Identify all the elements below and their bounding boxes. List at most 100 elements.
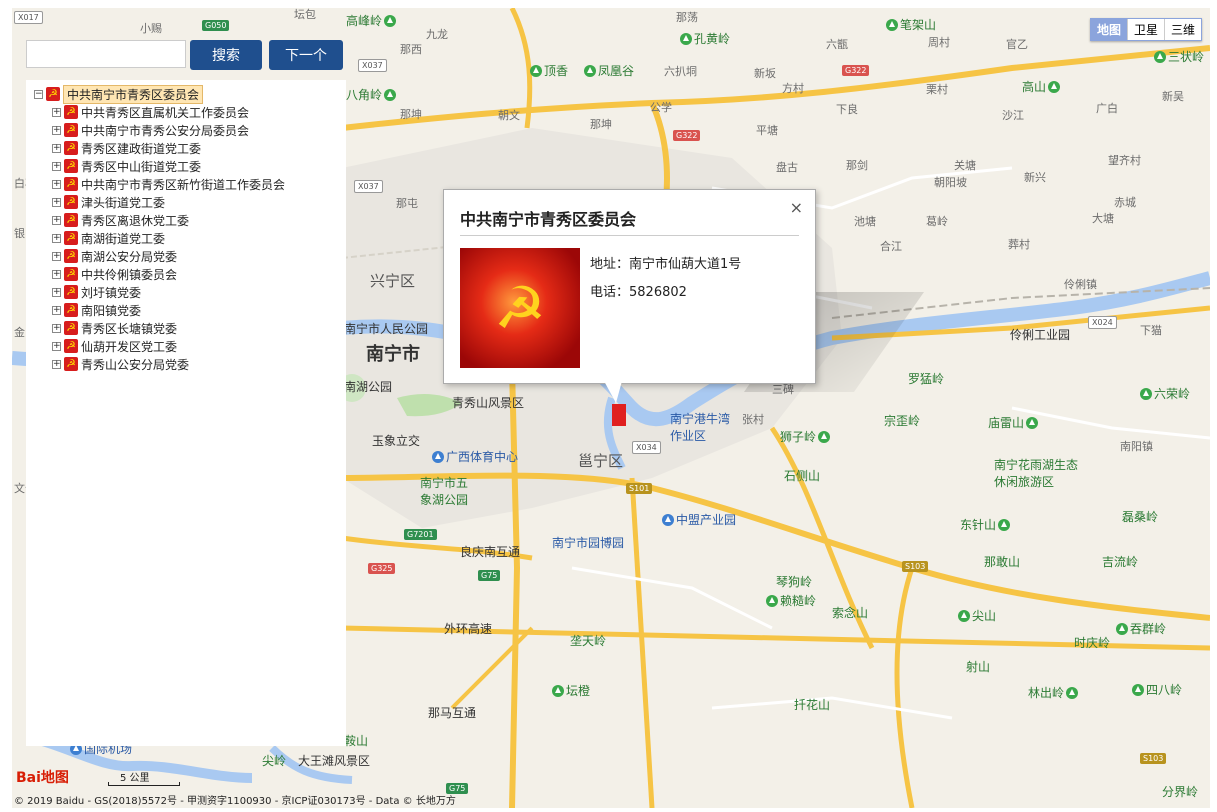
place-label: 望齐村 [1108, 154, 1141, 167]
poi-label: 尖岭 [262, 754, 287, 768]
tree-root[interactable]: − ☭ 中共南宁市青秀区委员会 [34, 84, 204, 104]
place-label: 下猫 [1140, 324, 1162, 337]
place-label: 新吴 [1162, 90, 1184, 103]
expand-icon[interactable]: + [52, 251, 61, 261]
expand-icon[interactable]: + [52, 143, 61, 153]
tree-node[interactable]: + ☭ 青秀区离退休党工委 [52, 212, 189, 228]
place-label: 玉象立交 [372, 434, 421, 448]
party-flag-icon: ☭ [64, 213, 78, 227]
map-type-map[interactable]: 地图 [1091, 19, 1128, 40]
road-shield: X017 [14, 11, 43, 24]
party-flag-icon: ☭ [64, 177, 78, 191]
road-shield: S103 [1140, 753, 1167, 764]
info-window-title: 中共南宁市青秀区委员会 [460, 210, 637, 229]
mountain-icon [552, 685, 564, 697]
party-flag-icon: ☭ [64, 123, 78, 137]
poi-label: 顶香 [528, 62, 568, 79]
search-input[interactable] [26, 40, 186, 68]
tree-node[interactable]: + ☭ 青秀区建政街道党工委 [52, 140, 201, 156]
poi-label: 三状岭 [1152, 48, 1204, 65]
place-label: 那荡 [676, 11, 698, 24]
location-marker[interactable] [612, 404, 626, 426]
mountain-icon [384, 89, 397, 101]
next-button[interactable]: 下一个 [269, 40, 343, 70]
tree-node[interactable]: + ☭ 刘圩镇党委 [52, 284, 141, 300]
expand-icon[interactable]: + [52, 323, 61, 333]
tree-node-label: 仙葫开发区党工委 [81, 339, 178, 354]
mountain-icon [766, 595, 778, 607]
poi-label: 尖山 [956, 607, 996, 624]
place-label: 良庆南互通 [460, 545, 521, 559]
search-button[interactable]: 搜索 [190, 40, 262, 70]
info-window: 中共南宁市青秀区委员会 × ☭ 地址：南宁市仙葫大道1号 电话：5826802 [443, 189, 816, 384]
copyright-text: © 2019 Baidu - GS(2018)5572号 - 甲测资字11009… [14, 796, 456, 807]
poi-label: 狮子岭 [780, 428, 832, 445]
tree-node[interactable]: + ☭ 中共青秀区直属机关工作委员会 [52, 104, 249, 120]
place-label: 九龙 [426, 28, 448, 41]
place-label: 盘古 [776, 161, 798, 174]
poi-label: 琴狗岭 [776, 575, 813, 589]
poi-label: 时庆岭 [1074, 636, 1111, 650]
close-icon[interactable]: × [790, 198, 803, 217]
expand-icon[interactable]: + [52, 287, 61, 297]
tree-node-label: 青秀区离退休党工委 [81, 213, 190, 228]
party-flag-icon: ☭ [64, 339, 78, 353]
tree-node[interactable]: + ☭ 津头街道党工委 [52, 194, 165, 210]
tree-node[interactable]: + ☭ 青秀区中山街道党工委 [52, 158, 201, 174]
baidu-logo[interactable]: Bai地图 [16, 767, 69, 787]
tree-node[interactable]: + ☭ 中共南宁市青秀公安分局委员会 [52, 122, 249, 138]
expand-icon[interactable]: + [52, 269, 61, 279]
place-label: 朝阳坡 [934, 176, 967, 189]
district-label: 邕宁区 [578, 452, 624, 470]
place-label: 池塘 [854, 215, 876, 228]
map-type-3d[interactable]: 三维 [1164, 19, 1201, 40]
expand-icon[interactable]: + [52, 341, 61, 351]
tree-node[interactable]: + ☭ 中共南宁市青秀区新竹街道工作委员会 [52, 176, 285, 192]
party-flag-icon: ☭ [64, 285, 78, 299]
tree-node[interactable]: + ☭ 仙葫开发区党工委 [52, 338, 177, 354]
place-label: 葛岭 [926, 215, 948, 228]
poi-label: 石侧山 [784, 469, 821, 483]
tree-node[interactable]: + ☭ 青秀区长塘镇党委 [52, 320, 177, 336]
poi-label: 宗歪岭 [884, 414, 921, 428]
place-label: 沙江 [1002, 109, 1024, 122]
expand-icon[interactable]: + [52, 197, 61, 207]
poi-label: 孔黄岭 [678, 30, 730, 47]
place-label: 周村 [928, 36, 950, 49]
place-label: 南阳镇 [1120, 440, 1153, 453]
tree-node[interactable]: + ☭ 南阳镇党委 [52, 302, 141, 318]
tree-node[interactable]: + ☭ 南湖街道党工委 [52, 230, 165, 246]
poi-label: 吞群岭 [1114, 620, 1166, 637]
road-shield: X034 [632, 441, 661, 454]
place-label: 青秀山风景区 [452, 396, 525, 410]
place-label: 张村 [742, 413, 764, 426]
mountain-icon [886, 19, 898, 31]
map-type-satellite[interactable]: 卫星 [1127, 19, 1164, 40]
expand-icon[interactable]: + [52, 125, 61, 135]
mountain-icon [958, 610, 970, 622]
place-label: 大塘 [1092, 212, 1114, 225]
expand-icon[interactable]: + [52, 233, 61, 243]
expand-icon[interactable]: + [52, 305, 61, 315]
expand-icon[interactable]: + [52, 161, 61, 171]
road-shield: G322 [842, 65, 870, 76]
expand-icon[interactable]: + [52, 359, 61, 369]
party-flag-icon: ☭ [64, 195, 78, 209]
tree-node[interactable]: + ☭ 中共伶俐镇委员会 [52, 266, 177, 282]
city-label: 南宁市 [366, 344, 420, 365]
tree-node-label: 青秀区长塘镇党委 [81, 321, 178, 336]
mountain-icon [1140, 388, 1152, 400]
info-window-pointer [604, 381, 622, 403]
expand-icon[interactable]: + [52, 179, 61, 189]
tree-node[interactable]: + ☭ 青秀山公安分局党委 [52, 356, 189, 372]
place-label: 那马互通 [428, 706, 477, 720]
expand-icon[interactable]: + [52, 107, 61, 117]
expand-icon[interactable]: + [52, 215, 61, 225]
mountain-icon [384, 15, 397, 27]
mountain-icon [530, 65, 542, 77]
collapse-icon[interactable]: − [34, 89, 43, 99]
party-flag-icon: ☭ [64, 105, 78, 119]
place-label: 新兴 [1024, 171, 1046, 184]
poi-label: 吉流岭 [1102, 555, 1139, 569]
tree-node[interactable]: + ☭ 南湖公安分局党委 [52, 248, 177, 264]
